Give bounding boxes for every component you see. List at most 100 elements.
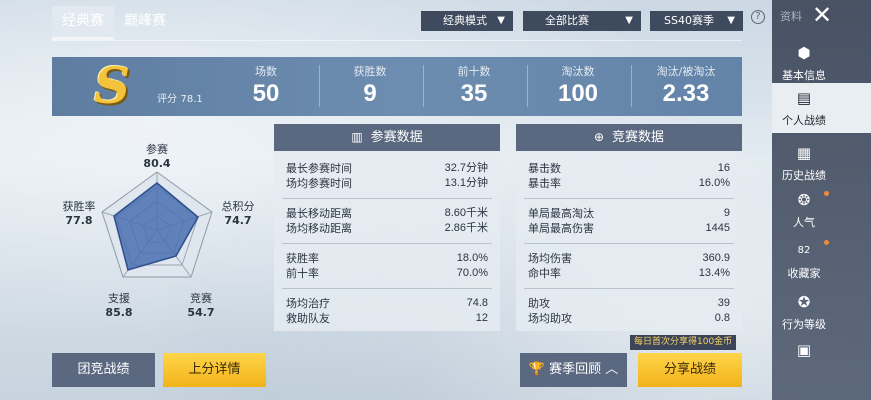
close-icon[interactable]: ✕ (812, 2, 832, 28)
season-review-button[interactable]: 🏆 赛季回顾 ︿ (520, 353, 627, 387)
radar-axis-label: 总积分 (221, 200, 255, 213)
stat-row: 最长移动距离 8.60千米 (274, 206, 500, 221)
stat-group: 最长移动距离 8.60千米 场均移动距离 2.86千米 (274, 206, 500, 236)
stat-key: 最长移动距离 (286, 207, 352, 220)
sidebar-item-personal-record[interactable]: ▤ 个人战绩 (772, 83, 871, 133)
history-doc-icon: ▦ (796, 144, 812, 162)
sidebar-item-basic-info[interactable]: ⬢ 基本信息 (772, 38, 871, 88)
stat-row: 场均移动距离 2.86千米 (274, 221, 500, 236)
stat-value: 9 (723, 207, 730, 219)
panel-header: ⊕ 竞赛数据 (516, 124, 742, 151)
radar-axis-total-score: 总积分 74.7 (213, 198, 263, 227)
sidebar-item-collector[interactable]: 82 收藏家 (772, 236, 871, 286)
sidebar-item-label: 个人战绩 (782, 114, 826, 127)
stat-key: 最长参赛时间 (286, 162, 352, 175)
stat-row: 前十率 70.0% (274, 266, 500, 281)
stat-key: 救助队友 (286, 312, 330, 325)
divider (282, 288, 492, 289)
radar-axis-participation: 参赛 80.4 (137, 141, 177, 170)
stat-value: 12 (475, 312, 488, 324)
panel-header: ▥ 参赛数据 (274, 124, 500, 151)
sidebar-item-label: 基本信息 (782, 69, 826, 82)
stat-key: 前十率 (286, 267, 319, 280)
rank-detail-button[interactable]: 上分详情 (163, 353, 266, 387)
stat-value: 360.9 (702, 252, 730, 264)
stat-label: 获胜数 (353, 65, 387, 78)
stat-value: 100 (557, 80, 599, 107)
sidebar-item-behavior-level[interactable]: ✪ 行为等级 (772, 287, 871, 337)
crosshair-icon: ⊕ (593, 130, 605, 144)
share-record-button[interactable]: 分享战绩 (638, 353, 742, 387)
sidebar-item-history[interactable]: ▦ 历史战绩 (772, 138, 871, 188)
divider (282, 243, 492, 244)
tab-peak[interactable]: 巅峰赛 (114, 6, 176, 40)
sidebar-item-label: 历史战绩 (782, 169, 826, 182)
panel-title: 竞赛数据 (612, 130, 665, 145)
share-promo-tag: 每日首次分享得100金币 (630, 335, 737, 350)
stat-value: 16 (717, 162, 730, 174)
season-dropdown-label: SS40赛季 (664, 14, 714, 27)
stat-row: 最长参赛时间 32.7分钟 (274, 161, 500, 176)
stat-value: 74.8 (466, 297, 488, 309)
stat-value: 9 (363, 80, 377, 107)
participation-panel: ▥ 参赛数据 最长参赛时间 32.7分钟 场均参赛时间 13.1分钟 最长移动距离 8.… (274, 124, 500, 331)
stat-kills: 淘汰数 100 (528, 63, 628, 109)
sidebar-item-more[interactable]: ▣ (772, 335, 871, 385)
stat-value: 2.33 (662, 80, 710, 107)
summary-banner: S 评分 78.1 场数 50 获胜数 9 前十数 35 淘汰数 100 淘汰/… (52, 57, 742, 116)
stat-group: 单局最高淘汰 9 单局最高伤害 1445 (516, 206, 742, 236)
panel-title: 参赛数据 (370, 130, 423, 145)
help-icon[interactable]: ? (751, 10, 765, 24)
stat-row: 单局最高淘汰 9 (516, 206, 742, 221)
season-dropdown[interactable]: SS40赛季 ▼ (650, 11, 743, 31)
stat-key: 场均伤害 (528, 252, 572, 265)
stat-key: 场均参赛时间 (286, 177, 352, 190)
score-value: 78.1 (180, 94, 203, 105)
score-label: 评分 78.1 (157, 90, 203, 105)
stat-row: 命中率 13.4% (516, 266, 742, 281)
bar-chart-icon: ▥ (351, 130, 363, 144)
radar-axis-value: 77.8 (65, 214, 93, 227)
radar-axis-label: 参赛 (146, 143, 168, 156)
stat-top10: 前十数 35 (424, 63, 524, 109)
mode-dropdown[interactable]: 经典模式 ▼ (421, 11, 513, 31)
stat-value: 1445 (705, 222, 730, 234)
profile-sidebar: 资料 ✕ ⬢ 基本信息 ▤ 个人战绩 ▦ 历史战绩 ❂ 人气 82 收藏家 ✪ … (772, 0, 871, 400)
stat-label: 淘汰/被淘汰 (656, 65, 716, 78)
stat-key: 获胜率 (286, 252, 319, 265)
chevron-up-icon: ︿ (605, 362, 619, 377)
stat-row: 助攻 39 (516, 296, 742, 311)
notification-dot (824, 191, 829, 196)
season-review-label: 赛季回顾 (549, 362, 602, 377)
stat-key: 场均移动距离 (286, 222, 352, 235)
match-dropdown[interactable]: 全部比赛 ▼ (523, 11, 641, 31)
radar-axis-competition: 竞赛 54.7 (181, 290, 221, 319)
stat-group: 获胜率 18.0% 前十率 70.0% (274, 251, 500, 281)
sidebar-header: 资料 ✕ (772, 0, 871, 32)
mode-tabs: 经典赛 巅峰赛 (52, 6, 176, 40)
stat-wins: 获胜数 9 (320, 63, 420, 109)
stat-value: 2.86千米 (444, 222, 488, 234)
radar-axis-support: 支援 85.8 (99, 290, 139, 319)
stat-key: 单局最高淘汰 (528, 207, 594, 220)
stat-label: 场数 (255, 65, 277, 78)
radar-axis-label: 支援 (108, 292, 130, 305)
tab-classic[interactable]: 经典赛 (52, 6, 114, 40)
stat-row: 单局最高伤害 1445 (516, 221, 742, 236)
stat-row: 场均助攻 0.8 (516, 311, 742, 326)
document-chart-icon: ▤ (796, 89, 812, 107)
team-record-button[interactable]: 团竞战绩 (52, 353, 155, 387)
chevron-down-icon: ▼ (625, 15, 633, 26)
stat-key: 场均助攻 (528, 312, 572, 325)
radar-axis-label: 获胜率 (62, 200, 96, 213)
notification-dot (824, 240, 829, 245)
stat-row: 暴击数 16 (516, 161, 742, 176)
stat-group: 最长参赛时间 32.7分钟 场均参赛时间 13.1分钟 (274, 161, 500, 191)
grade-badge: S (94, 56, 131, 115)
stat-row: 场均伤害 360.9 (516, 251, 742, 266)
stat-value: 32.7分钟 (444, 162, 488, 174)
stat-value: 13.4% (698, 267, 730, 279)
stat-matches: 场数 50 (216, 63, 316, 109)
hexagon-badge-icon: ⬢ (797, 44, 811, 62)
sidebar-item-popularity[interactable]: ❂ 人气 (772, 185, 871, 235)
